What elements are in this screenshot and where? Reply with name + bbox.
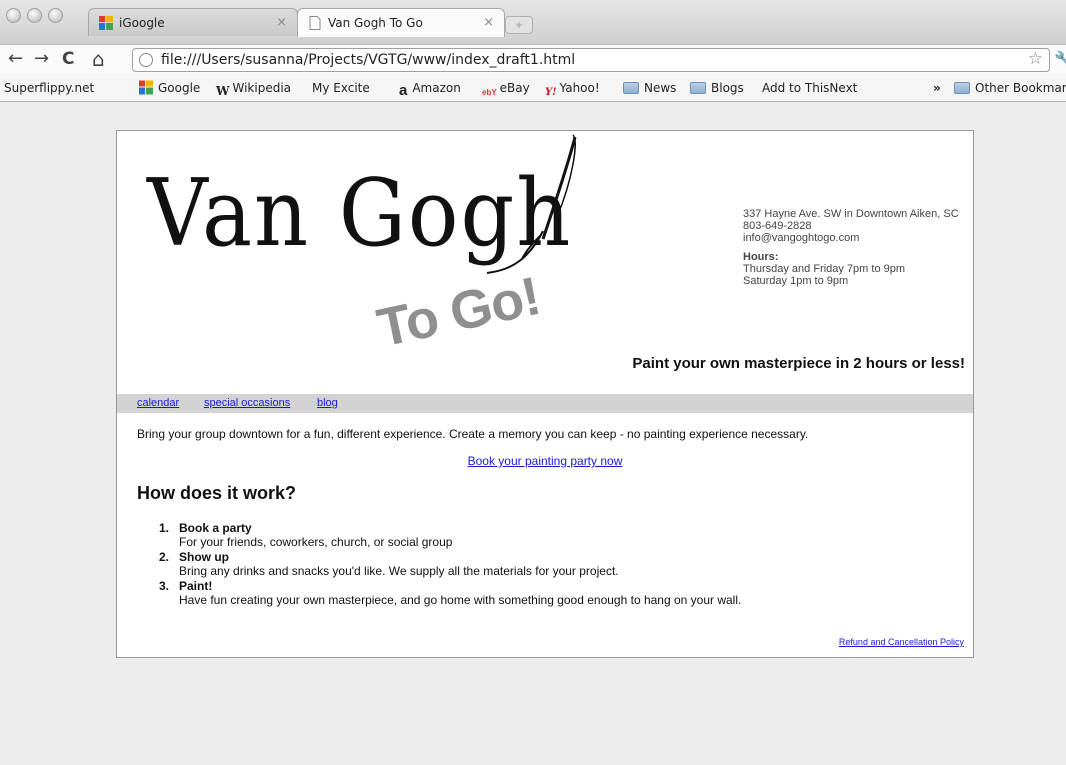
bookmark-folder-blogs[interactable]: Blogs [690, 80, 744, 96]
page-icon [309, 16, 321, 30]
tab-bar: iGoogle × Van Gogh To Go × + [0, 0, 1066, 44]
bookmarks-overflow-button[interactable]: » [933, 80, 941, 96]
yahoo-icon: Y! [545, 87, 557, 98]
bookmark-ebay[interactable]: ebY eBay [482, 80, 530, 101]
site-logo[interactable]: Van Gogh To Go! [117, 131, 717, 371]
folder-icon [690, 82, 706, 94]
bookmark-label: Superflippy.net [4, 81, 95, 95]
bookmark-my-excite[interactable]: My Excite [312, 80, 439, 224]
bookmark-label: Add to ThisNext [762, 81, 858, 95]
hours-saturday: Saturday 1pm to 9pm [743, 275, 849, 287]
zoom-window-button[interactable] [48, 8, 63, 23]
page-info-icon[interactable] [139, 53, 153, 67]
tab-title: Van Gogh To Go [328, 16, 423, 30]
step-title: Paint! [179, 579, 213, 593]
list-item: 3. Paint! Have fun creating your own mas… [151, 579, 741, 607]
site-nav: calendar special occasions blog [117, 394, 973, 413]
bookmark-wikipedia[interactable]: W Wikipedia [216, 80, 291, 99]
step-title: Show up [179, 550, 229, 564]
contact-info: 337 Hayne Ave. SW in Downtown Aiken, SC … [743, 208, 959, 287]
page-container: Van Gogh To Go! 337 Hayne Ave. SW in Dow… [116, 130, 974, 658]
list-item: 2. Show up Bring any drinks and snacks y… [151, 550, 741, 578]
bookmark-label: Google [158, 81, 201, 95]
email: info@vangoghtogo.com [743, 232, 860, 244]
bookmark-label: Yahoo! [559, 81, 600, 95]
section-heading: How does it work? [137, 483, 297, 503]
bookmark-label: News [644, 81, 677, 95]
home-button[interactable]: ⌂ [92, 48, 105, 70]
step-description: Bring any drinks and snacks you'd like. … [179, 564, 619, 578]
tab-van-gogh-to-go[interactable]: Van Gogh To Go × [297, 8, 505, 37]
folder-icon [623, 82, 639, 94]
close-window-button[interactable] [6, 8, 21, 23]
google-icon [99, 16, 113, 30]
bookmark-folder-news[interactable]: News [623, 80, 676, 96]
new-tab-button[interactable]: + [505, 16, 533, 34]
reload-button[interactable]: C [62, 48, 74, 70]
bookmark-yahoo[interactable]: Y! Yahoo! [545, 80, 600, 101]
tab-igoogle[interactable]: iGoogle × [88, 8, 298, 36]
step-number: 1. [159, 521, 170, 535]
hours-weekday: Thursday and Friday 7pm to 9pm [743, 263, 906, 275]
forward-button[interactable]: → [34, 48, 49, 70]
bookmark-star-icon[interactable]: ☆ [1028, 49, 1043, 69]
bookmarks-bar: Superflippy.net Google W Wikipedia My Exc… [0, 74, 1066, 224]
wikipedia-icon: W [216, 84, 230, 98]
ebay-icon: ebY [482, 88, 497, 97]
folder-icon [954, 82, 970, 94]
step-description: Have fun creating your own masterpiece, … [179, 593, 742, 607]
bookmark-superflippy[interactable]: Superflippy.net [4, 80, 131, 224]
tagline: Paint your own masterpiece in 2 hours or… [632, 355, 965, 372]
bookmark-add-to-thisnext[interactable]: Add to ThisNext [762, 80, 889, 224]
book-link-row: Book your painting party now [117, 454, 973, 468]
nav-link-blog[interactable]: blog [317, 397, 338, 409]
step-number: 3. [159, 579, 170, 593]
steps-list: 1. Book a party For your friends, cowork… [151, 521, 741, 608]
bookmark-label: eBay [499, 81, 530, 95]
url-text[interactable]: file:///Users/susanna/Projects/VGTG/www/… [161, 51, 575, 69]
address-bar[interactable]: file:///Users/susanna/Projects/VGTG/www/… [132, 48, 1050, 72]
wrench-menu-icon[interactable]: 🔧 [1054, 50, 1066, 70]
tab-title: iGoogle [119, 16, 165, 30]
bookmark-amazon[interactable]: a Amazon [399, 80, 461, 99]
address: 337 Hayne Ave. SW in Downtown Aiken, SC [743, 208, 959, 220]
browser-toolbar: ← → C ⌂ file:///Users/susanna/Projects/V… [0, 44, 1066, 74]
bookmark-label: Blogs [711, 81, 744, 95]
intro-text: Bring your group downtown for a fun, dif… [137, 427, 809, 441]
policy-row: Refund and Cancellation Policy [839, 637, 964, 647]
book-party-link[interactable]: Book your painting party now [468, 454, 623, 468]
bookmark-label: Wikipedia [232, 81, 292, 95]
list-item: 1. Book a party For your friends, cowork… [151, 521, 741, 549]
google-icon [139, 80, 153, 95]
tab-close-icon[interactable]: × [483, 9, 494, 37]
bookmark-google[interactable]: Google [139, 80, 200, 96]
bookmark-folder-other[interactable]: Other Bookmarks [954, 80, 1066, 96]
tab-close-icon[interactable]: × [276, 9, 287, 37]
refund-policy-link[interactable]: Refund and Cancellation Policy [839, 637, 964, 647]
bookmark-label: Other Bookmarks [975, 81, 1066, 95]
step-description: For your friends, coworkers, church, or … [179, 535, 453, 549]
nav-link-special-occasions[interactable]: special occasions [204, 397, 290, 409]
back-button[interactable]: ← [8, 48, 23, 70]
hours-label: Hours: [743, 251, 779, 263]
bookmark-label: My Excite [312, 81, 370, 95]
step-title: Book a party [179, 521, 252, 535]
step-number: 2. [159, 550, 170, 564]
minimize-window-button[interactable] [27, 8, 42, 23]
nav-link-calendar[interactable]: calendar [137, 397, 179, 409]
amazon-icon: a [399, 82, 408, 99]
bookmark-label: Amazon [412, 81, 461, 95]
phone: 803-649-2828 [743, 220, 812, 232]
